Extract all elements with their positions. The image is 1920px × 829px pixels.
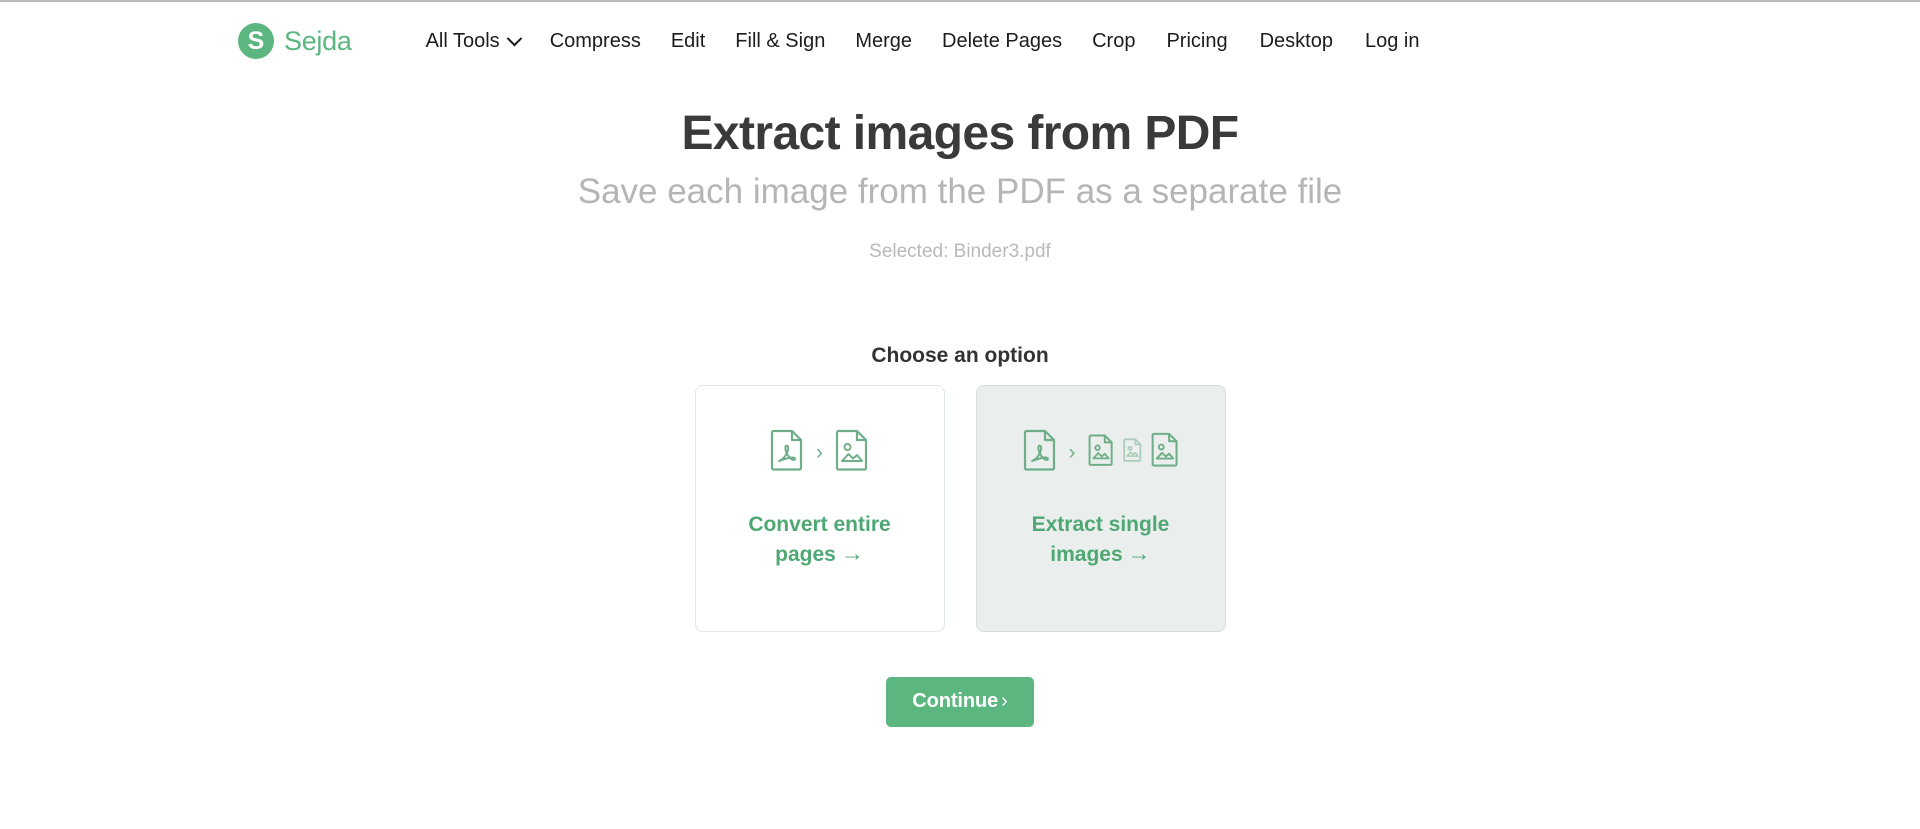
- nav-item-all-tools[interactable]: All Tools: [411, 30, 535, 52]
- sejda-logo[interactable]: S Sejda: [238, 23, 352, 59]
- arrow-right-icon: →: [840, 540, 864, 567]
- selected-file-label: Selected: Binder3.pdf: [869, 241, 1051, 263]
- image-file-icon: [1088, 434, 1114, 471]
- image-file-icon-group: [1088, 432, 1179, 472]
- nav-item-crop[interactable]: Crop: [1077, 31, 1150, 51]
- chevron-right-icon: ›: [1068, 440, 1076, 464]
- site-header: S Sejda All Tools Compress Edit Fill & S…: [0, 2, 1920, 80]
- option-card-label-line2: images: [1050, 543, 1123, 567]
- primary-navigation: All Tools Compress Edit Fill & Sign Merg…: [411, 30, 1151, 52]
- pdf-file-icon: [1023, 429, 1057, 476]
- option-card-icons: ›: [770, 426, 869, 478]
- nav-item-delete-pages[interactable]: Delete Pages: [927, 31, 1077, 51]
- page-title: Extract images from PDF: [681, 107, 1239, 160]
- option-card-label-line1: Extract single: [1031, 513, 1170, 537]
- image-file-icon: [1151, 432, 1179, 472]
- image-file-icon: [835, 429, 869, 476]
- chevron-right-icon: ›: [816, 440, 823, 464]
- chevron-right-icon: ›: [1001, 690, 1008, 713]
- secondary-navigation: Pricing Desktop Log in: [1150, 31, 1435, 51]
- nav-item-log-in[interactable]: Log in: [1349, 31, 1436, 51]
- nav-item-edit[interactable]: Edit: [656, 31, 720, 51]
- option-card-label: Convert entire pages →: [748, 512, 890, 569]
- sejda-logo-mark-icon: S: [238, 23, 274, 59]
- nav-item-fill-and-sign[interactable]: Fill & Sign: [720, 31, 840, 51]
- nav-item-desktop[interactable]: Desktop: [1244, 31, 1349, 51]
- option-card-label-line2: pages: [775, 543, 836, 567]
- arrow-right-icon: →: [1127, 540, 1151, 567]
- main-content: Extract images from PDF Save each image …: [0, 80, 1920, 829]
- option-card-label-line1: Convert entire: [748, 513, 891, 537]
- option-card-list: › Convert entire pages → › Extract singl…: [0, 385, 1920, 633]
- image-file-icon-small: [1122, 438, 1142, 467]
- continue-button-wrapper: Continue ›: [0, 677, 1920, 728]
- chevron-down-icon: [506, 30, 522, 46]
- continue-button[interactable]: Continue ›: [886, 677, 1034, 728]
- option-card-extract-single-images[interactable]: › Extract single images →: [975, 385, 1226, 633]
- option-card-label: Extract single images →: [1032, 512, 1170, 569]
- choose-option-heading: Choose an option: [871, 344, 1049, 368]
- nav-item-all-tools-label: All Tools: [425, 30, 500, 52]
- sejda-wordmark: Sejda: [284, 25, 352, 56]
- nav-item-merge[interactable]: Merge: [840, 31, 927, 51]
- option-card-icons: ›: [1023, 426, 1179, 478]
- option-card-convert-entire-pages[interactable]: › Convert entire pages →: [694, 385, 945, 633]
- page-subtitle: Save each image from the PDF as a separa…: [577, 171, 1343, 211]
- nav-item-compress[interactable]: Compress: [535, 31, 656, 51]
- pdf-file-icon: [770, 429, 804, 476]
- nav-item-pricing[interactable]: Pricing: [1150, 31, 1243, 51]
- continue-button-label: Continue: [912, 690, 999, 713]
